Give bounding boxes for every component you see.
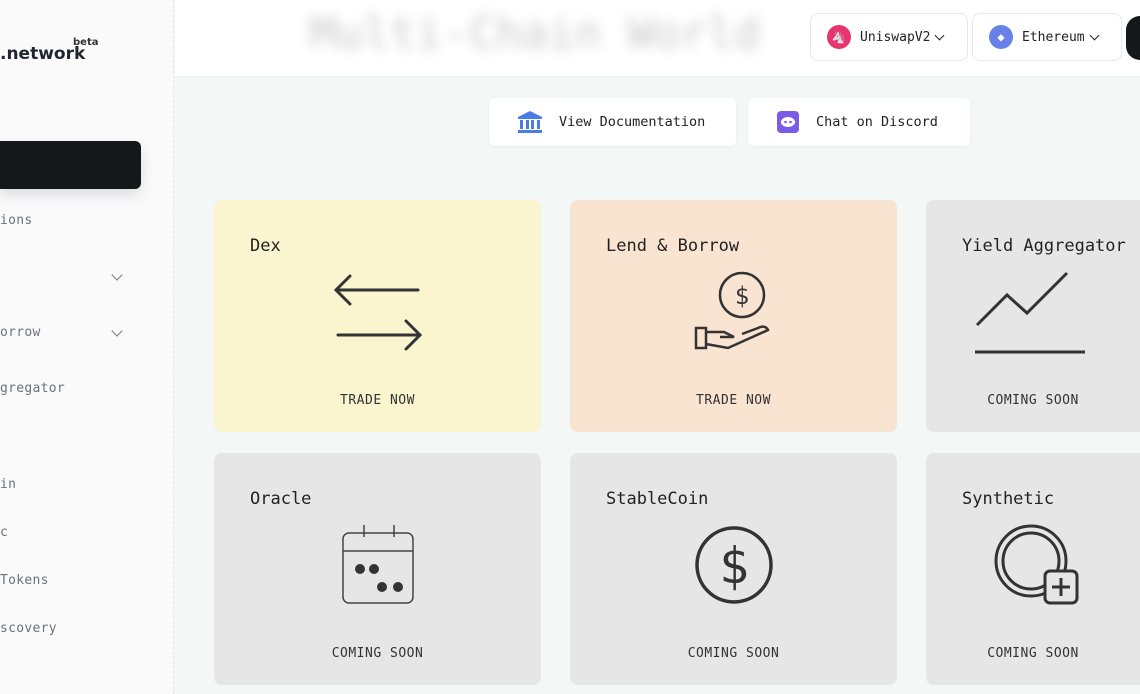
connect-button[interactable] <box>1126 16 1140 60</box>
card-title: Dex <box>250 236 281 256</box>
card-oracle[interactable]: Oracle COMING SOON <box>214 453 541 685</box>
sidebar-item-discovery[interactable]: scovery <box>0 621 57 636</box>
card-title: Yield Aggregator <box>962 236 1126 256</box>
view-documentation-button[interactable]: View Documentation <box>489 98 736 146</box>
network-select[interactable]: ◆ Ethereum <box>972 13 1122 61</box>
page-title: Multi-Chain World <box>310 8 761 59</box>
swap-arrows-icon <box>333 274 423 351</box>
chevron-down-icon[interactable] <box>111 325 123 337</box>
protocol-label: UniswapV2 <box>860 29 931 45</box>
network-label: Ethereum <box>1022 29 1085 45</box>
card-yield-aggregator[interactable]: Yield Aggregator COMING SOON <box>926 200 1140 432</box>
bank-icon <box>518 111 542 133</box>
ethereum-icon: ◆ <box>989 25 1013 49</box>
coming-soon-label: COMING SOON <box>987 646 1079 661</box>
header: Multi-Chain World 🦄 UniswapV2 ◆ Ethereum <box>175 0 1140 77</box>
coming-soon-label: COMING SOON <box>987 393 1079 408</box>
sidebar-item-lend-borrow[interactable]: orrow <box>0 325 41 340</box>
svg-text:$: $ <box>719 537 749 595</box>
chat-discord-button[interactable]: Chat on Discord <box>748 98 970 146</box>
coming-soon-label: COMING SOON <box>687 646 780 661</box>
sidebar-item-tokens[interactable]: Tokens <box>0 573 49 588</box>
card-stablecoin[interactable]: StableCoin $ COMING SOON <box>570 453 897 685</box>
card-lend-borrow[interactable]: Lend & Borrow $ TRADE NOW <box>570 200 897 432</box>
unicorn-icon: 🦄 <box>827 25 851 49</box>
trade-now-link[interactable]: TRADE NOW <box>214 393 541 408</box>
card-dex[interactable]: Dex TRADE NOW <box>214 200 541 432</box>
chevron-down-icon <box>1089 30 1100 40</box>
dollar-circle-icon: $ <box>695 526 773 604</box>
card-title: Lend & Borrow <box>606 236 740 256</box>
discord-icon <box>777 111 799 133</box>
coming-soon-label: COMING SOON <box>331 646 424 661</box>
sidebar-item-stablecoin[interactable]: in <box>0 477 16 492</box>
card-synthetic[interactable]: Synthetic COMING SOON <box>926 453 1140 685</box>
calendar-icon <box>342 525 414 604</box>
card-title: StableCoin <box>606 489 709 509</box>
hand-coin-icon: $ <box>694 271 770 350</box>
sidebar: .network beta ions orrow gregator in c T… <box>0 0 174 694</box>
sidebar-item-active[interactable] <box>0 141 141 189</box>
sidebar-item-transactions[interactable]: ions <box>0 213 33 228</box>
chevron-down-icon <box>935 30 945 40</box>
coin-plus-icon <box>994 524 1079 605</box>
svg-text:$: $ <box>735 282 749 310</box>
docs-label: View Documentation <box>559 114 706 130</box>
sidebar-item-synthetic[interactable]: c <box>0 525 8 540</box>
discord-label: Chat on Discord <box>816 114 938 130</box>
trend-up-icon <box>975 271 1085 354</box>
trade-now-link[interactable]: TRADE NOW <box>570 393 897 408</box>
beta-badge: beta <box>73 37 99 48</box>
protocol-select[interactable]: 🦄 UniswapV2 <box>810 13 968 61</box>
sidebar-item-yield-aggregator[interactable]: gregator <box>0 381 65 396</box>
chevron-down-icon[interactable] <box>111 269 123 281</box>
card-title: Oracle <box>250 489 312 509</box>
card-title: Synthetic <box>962 489 1055 509</box>
